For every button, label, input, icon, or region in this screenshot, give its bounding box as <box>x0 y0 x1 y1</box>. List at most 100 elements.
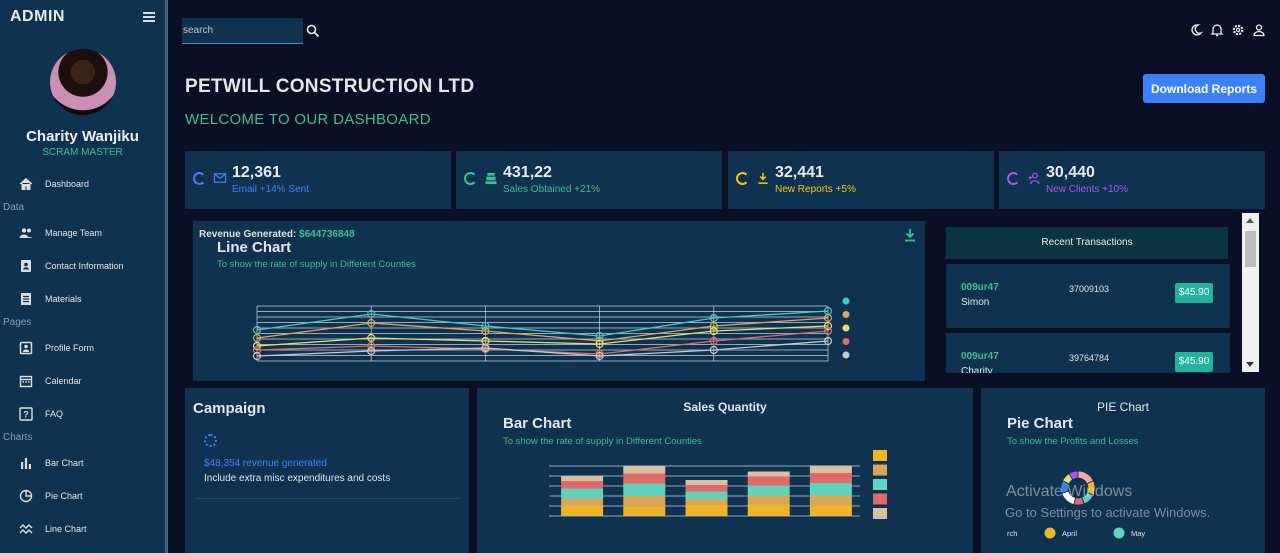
bar-segment[interactable] <box>809 473 852 483</box>
search-icon[interactable] <box>306 24 320 38</box>
sidebar-item-label: FAQ <box>45 408 64 419</box>
sidebar-item-label: Materials <box>45 293 82 304</box>
bar-segment[interactable] <box>561 481 604 489</box>
progress-circle <box>464 172 477 185</box>
bar-segment[interactable] <box>623 496 666 507</box>
line-chart-panel: Revenue Generated: $644736848 Line Chart… <box>193 221 925 381</box>
download-icon <box>758 172 768 184</box>
transaction-item: 009ur47 Charity 39764784 $45.90 <box>946 333 1230 373</box>
bar-segment[interactable] <box>561 498 604 507</box>
bar-segment[interactable] <box>809 495 852 507</box>
people-icon <box>19 226 33 240</box>
company-name: PETWILL CONSTRUCTION LTD <box>185 76 475 97</box>
bar-segment[interactable] <box>561 506 604 516</box>
bar-segment[interactable] <box>747 495 790 505</box>
bar-segment[interactable] <box>623 507 666 516</box>
transaction-item: 009ur47 Simon 37009103 $45.90 <box>946 264 1230 328</box>
bar-segment[interactable] <box>561 476 604 481</box>
sidebar-item-bar-chart[interactable]: Bar Chart <box>0 446 165 479</box>
bar-segment[interactable] <box>685 485 728 492</box>
bar-segment[interactable] <box>747 504 790 517</box>
transaction-user: Simon <box>961 297 990 308</box>
campaign-note: Include extra misc expenditures and cost… <box>204 473 391 484</box>
scroll-down-icon[interactable] <box>1246 362 1254 367</box>
bar-segment[interactable] <box>561 488 604 499</box>
sidebar-item-materials[interactable]: Materials <box>0 282 165 315</box>
sidebar-header: ADMIN <box>0 0 165 26</box>
sidebar-nav: Dashboard Data Manage Team Contact Informat… <box>0 167 165 545</box>
sidebar-item-pie-chart[interactable]: Pie Chart <box>0 479 165 512</box>
legend-marker <box>873 479 887 490</box>
activate-windows-title: Activate Windows <box>1006 483 1133 500</box>
bar-segment[interactable] <box>747 476 790 486</box>
sidebar-item-faq[interactable]: ? FAQ <box>0 397 165 430</box>
stat-card: 431,22 Sales Obtained +21% <box>456 151 722 209</box>
bar-segment[interactable] <box>685 480 728 485</box>
stat-label: Sales Obtained +21% <box>503 184 601 195</box>
bar-segment[interactable] <box>623 483 666 497</box>
legend-label: rch <box>1007 529 1017 538</box>
bar-segment[interactable] <box>685 499 728 505</box>
notifications-icon[interactable] <box>1210 23 1224 37</box>
timeline-icon <box>19 522 33 536</box>
legend-label: May <box>1131 529 1145 538</box>
settings-icon[interactable] <box>1231 23 1245 37</box>
nav-section-pages: Pages <box>3 317 32 328</box>
sidebar-item-calendar[interactable]: Calendar <box>0 364 165 397</box>
sidebar-item-label: Calendar <box>45 375 82 386</box>
legend-label: April <box>1062 529 1077 538</box>
bar-segment[interactable] <box>809 506 852 516</box>
transaction-date: 37009103 <box>1069 284 1110 294</box>
sidebar-item-line-chart[interactable]: Line Chart <box>0 512 165 545</box>
menu-icon[interactable] <box>143 12 155 22</box>
bar-chart-icon <box>19 456 33 470</box>
sidebar-item-manage-team[interactable]: Manage Team <box>0 216 165 249</box>
line-chart <box>252 297 850 362</box>
bar-segment[interactable] <box>685 505 728 516</box>
transaction-date: 39764784 <box>1069 353 1110 363</box>
sidebar-item-label: Bar Chart <box>45 457 84 468</box>
stat-label: New Reports +5% <box>775 184 856 195</box>
sidebar-item-contact-information[interactable]: Contact Information <box>0 249 165 282</box>
scroll-up-icon[interactable] <box>1246 218 1254 223</box>
bar-segment[interactable] <box>623 466 666 474</box>
stat-card: 12,361 Email +14% Sent <box>185 151 451 209</box>
person-icon[interactable] <box>1252 23 1266 37</box>
transaction-cost: $45.90 <box>1175 352 1213 372</box>
sidebar-item-label: Profile Form <box>45 342 95 353</box>
dark-mode-icon[interactable] <box>1189 23 1203 37</box>
bar-segment[interactable] <box>685 491 728 500</box>
legend-marker <box>842 311 850 318</box>
nav-section-charts: Charts <box>3 432 33 443</box>
bar-segment[interactable] <box>623 473 666 484</box>
email-icon <box>213 173 227 183</box>
progress-circle <box>736 172 749 185</box>
person-icon <box>19 341 33 355</box>
sidebar-item-profile-form[interactable]: Profile Form <box>0 331 165 364</box>
bar-chart-panel: Sales Quantity Bar Chart To show the rat… <box>477 388 973 553</box>
pie-chart-panel: PIE Chart Pie Chart To show the Profits … <box>981 388 1265 553</box>
sidebar: ADMIN Charity Wanjiku SCRAM MASTER Dashb… <box>0 0 168 553</box>
bar-segment[interactable] <box>747 485 790 496</box>
bar-segment[interactable] <box>809 465 852 474</box>
bar-segment[interactable] <box>747 471 790 477</box>
legend-marker <box>1044 527 1056 539</box>
download-reports-button[interactable]: Download Reports <box>1143 74 1265 103</box>
sidebar-item-label: Dashboard <box>45 178 90 189</box>
avatar <box>49 49 116 115</box>
campaign-panel: Campaign $48,354 revenue generated Inclu… <box>185 388 469 553</box>
bar-chart <box>549 450 887 519</box>
user-name: Charity Wanjiku <box>26 128 139 145</box>
search-input[interactable] <box>182 18 303 44</box>
bar-segment[interactable] <box>809 483 852 496</box>
scroll-thumb[interactable] <box>1245 231 1256 267</box>
sidebar-item-label: Contact Information <box>45 260 124 271</box>
pie-chart-icon <box>19 489 33 503</box>
welcome-message: WELCOME TO OUR DASHBOARD <box>185 111 431 128</box>
campaign-title: Campaign <box>193 400 266 417</box>
sidebar-item-label: Manage Team <box>45 227 102 238</box>
sidebar-item-dashboard[interactable]: Dashboard <box>0 167 165 200</box>
campaign-revenue: $48,354 revenue generated <box>204 458 327 469</box>
transactions-scrollbar[interactable] <box>1242 213 1259 372</box>
legend-marker <box>873 464 887 476</box>
